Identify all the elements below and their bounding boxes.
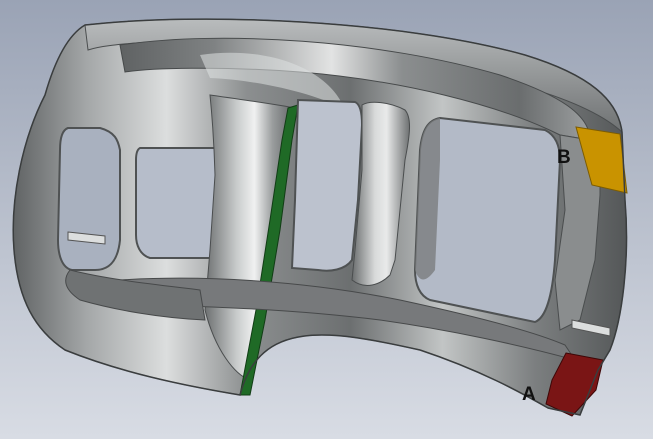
label-a: A [522,384,536,405]
label-b: B [557,147,571,168]
left-window-opening[interactable] [56,127,121,271]
cad-model-canvas[interactable]: B A [0,0,653,439]
upper-right-window-opening[interactable] [290,98,364,272]
cad-viewport[interactable]: B A [0,0,653,439]
